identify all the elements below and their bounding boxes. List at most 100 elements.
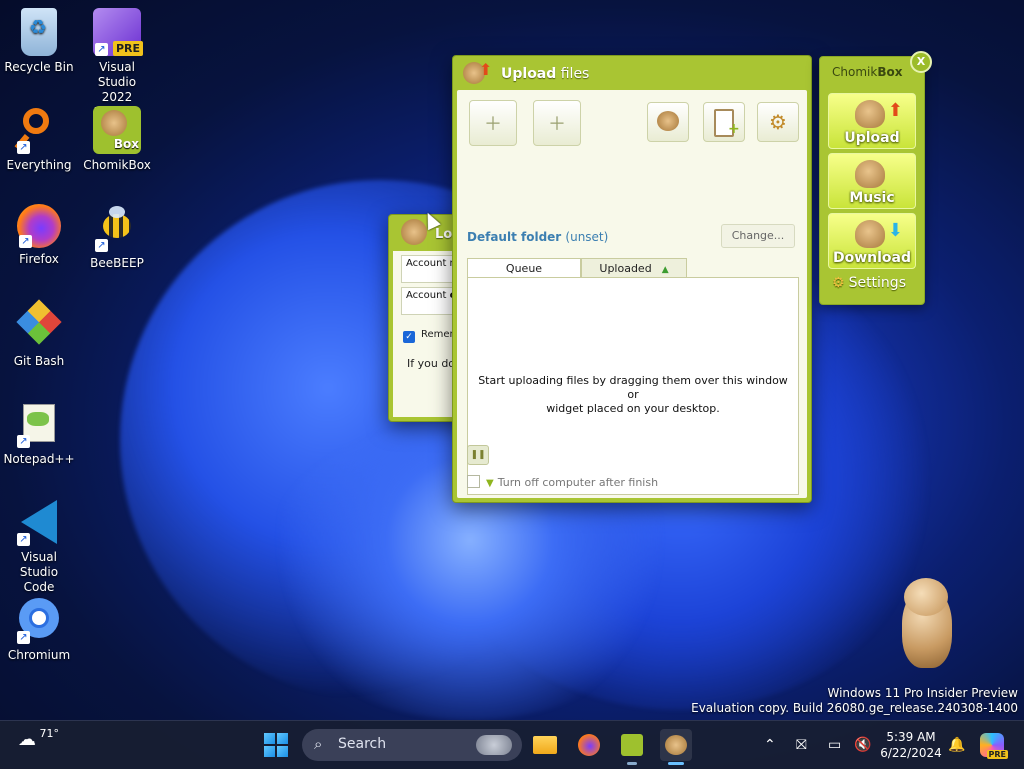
widget-close-button[interactable]: X — [910, 51, 932, 73]
taskbar-search[interactable]: ⌕ Search — [302, 729, 522, 761]
taskbar-clock[interactable]: 5:39 AM 6/22/2024 — [880, 729, 942, 761]
hamster-icon — [855, 100, 885, 128]
windows-logo-icon — [277, 733, 288, 744]
volume-muted-icon[interactable]: 🔇 — [854, 721, 871, 769]
default-folder-text: Default folder — [467, 230, 562, 244]
tray-overflow-chevron-icon[interactable]: ⌃ — [764, 721, 776, 769]
copilot-pre-badge: PRE — [986, 750, 1008, 759]
clock-time: 5:39 AM — [886, 730, 936, 744]
desktop-icon-firefox[interactable]: ↗ Firefox — [1, 204, 77, 267]
gear-icon: ⚙ — [769, 110, 787, 134]
tab-uploaded-label: Uploaded — [599, 262, 652, 275]
pre-badge: PRE — [112, 41, 143, 56]
add-files-button[interactable]: ＋ — [469, 100, 517, 146]
desktop-icon-chomikbox[interactable]: Box ChomikBox — [79, 106, 155, 173]
pause-button[interactable]: ❚❚ — [467, 445, 489, 465]
watermark-line: Evaluation copy. Build 26080.ge_release.… — [691, 701, 1018, 715]
desktop-icon-chromium[interactable]: ↗ Chromium — [1, 596, 77, 663]
visual-studio-preview-icon: PRE ↗ — [93, 8, 143, 56]
active-indicator — [668, 762, 684, 765]
hamster-drop-widget[interactable] — [888, 578, 968, 678]
recycle-bin-icon: ♻ — [21, 8, 57, 56]
desktop-icon-recycle-bin[interactable]: ♻ Recycle Bin — [1, 8, 77, 75]
widget-upload-button[interactable]: ⬆ Upload — [828, 93, 916, 149]
taskbar-file-explorer[interactable] — [529, 729, 561, 761]
add-folder-icon: ＋ — [548, 114, 566, 135]
title-rest: files — [556, 66, 590, 82]
desktop-icon-label: Everything — [6, 158, 72, 172]
hamster-upload-icon — [665, 735, 687, 755]
widget-music-button[interactable]: Music — [828, 153, 916, 209]
queue-empty-message: Start uploading files by dragging them o… — [478, 374, 788, 416]
default-folder-label: Default folder (unset) — [467, 230, 608, 244]
tab-uploaded[interactable]: Uploaded ▲ — [581, 258, 687, 279]
account-owner-prefix: Account — [406, 290, 450, 301]
gear-icon: ⚙ — [832, 275, 845, 291]
chomik-account-button[interactable] — [647, 102, 689, 142]
upload-window-logo-icon: ⬆ — [463, 60, 492, 86]
weather-widget[interactable]: ☁ 71° — [18, 727, 59, 750]
title-bold: Upload — [501, 66, 557, 82]
widget-title-bold: Box — [877, 65, 903, 79]
display-icon[interactable]: ▭ — [828, 721, 841, 769]
taskbar-chomikbox-upload[interactable] — [660, 729, 692, 765]
add-folder-button[interactable]: ＋ — [533, 100, 581, 146]
firefox-icon — [578, 734, 600, 756]
change-folder-button[interactable]: Change... — [721, 224, 795, 248]
notepadpp-icon: ↗ — [15, 400, 63, 448]
desktop-icon-everything[interactable]: ↗ Everything — [1, 106, 77, 173]
notification-bell-icon[interactable]: 🔔 — [948, 721, 965, 769]
hamster-icon — [657, 111, 679, 131]
clock-date: 6/22/2024 — [880, 746, 942, 760]
running-indicator — [627, 762, 637, 765]
triangle-down-icon: ▼ — [486, 478, 494, 489]
watermark-line: Windows 11 Pro Insider Preview — [827, 686, 1018, 700]
arrow-up-icon: ⬆ — [887, 100, 903, 121]
shortcut-arrow-icon: ↗ — [19, 235, 32, 248]
hamster-head — [904, 578, 948, 616]
chomikbox-badge: Box — [113, 137, 139, 151]
start-button[interactable] — [264, 733, 288, 757]
desktop-icon-vscode[interactable]: ↗ Visual Studio Code — [1, 498, 77, 595]
widget-download-button[interactable]: ⬇ Download — [828, 213, 916, 269]
folder-icon — [533, 736, 557, 754]
queue-message-line: widget placed on your desktop. — [546, 402, 720, 415]
turn-off-option[interactable]: ▼ Turn off computer after finish — [467, 475, 658, 489]
everything-search-icon: ↗ — [14, 106, 63, 154]
login-window-title: Lo — [435, 227, 453, 242]
beebeep-icon: ↗ — [93, 204, 141, 252]
shortcut-arrow-icon: ↗ — [95, 43, 108, 56]
taskbar-firefox[interactable] — [573, 729, 605, 761]
chomikbox-icon: Box — [93, 106, 141, 154]
default-folder-value: (unset) — [565, 230, 609, 244]
remember-checkbox[interactable]: ✓ — [403, 331, 415, 343]
desktop-icon-visual-studio-preview[interactable]: PRE ↗ Visual Studio 2022 Preview — [79, 8, 155, 120]
queue-message-line: Start uploading files by dragging them o… — [478, 374, 788, 401]
network-disconnected-icon[interactable]: ⛝ — [796, 721, 807, 769]
turn-off-checkbox[interactable] — [467, 475, 480, 488]
desktop-icon-label: Notepad++ — [3, 452, 75, 466]
upload-files-window[interactable]: ⬆ Upload files ＋ ＋ + ⚙ Default folder (u… — [452, 55, 812, 503]
triangle-up-icon: ▲ — [661, 265, 669, 275]
widget-music-label: Music — [849, 190, 895, 206]
search-highlight-icon — [476, 735, 512, 755]
upload-window-body: ＋ ＋ + ⚙ Default folder (unset) Change...… — [457, 90, 807, 498]
chomikbox-widget[interactable]: ChomikBox X ⬆ Upload Music ⬇ Download ⚙ S… — [819, 51, 932, 305]
pause-icon: ❚❚ — [470, 450, 486, 460]
tab-queue[interactable]: Queue — [467, 258, 581, 279]
copilot-button[interactable]: PRE — [980, 733, 1008, 759]
desktop-icon-label: Recycle Bin — [4, 60, 74, 74]
turn-off-label: Turn off computer after finish — [497, 476, 659, 489]
desktop-icon-beebeep[interactable]: ↗ BeeBEEP — [79, 204, 155, 271]
desktop-icon-label: Visual Studio Code — [19, 550, 59, 594]
queue-list[interactable]: Start uploading files by dragging them o… — [467, 277, 799, 495]
desktop-icon-label: Firefox — [19, 252, 59, 266]
search-icon: ⌕ — [314, 735, 323, 753]
clipboard-add-button[interactable]: + — [703, 102, 745, 142]
desktop-icon-notepadpp[interactable]: ↗ Notepad++ — [1, 400, 77, 467]
desktop-icon-git-bash[interactable]: Git Bash — [1, 299, 77, 369]
widget-download-label: Download — [832, 250, 912, 266]
settings-button[interactable]: ⚙ — [757, 102, 799, 142]
taskbar-chomikbox[interactable] — [616, 729, 648, 765]
widget-settings-button[interactable]: ⚙ Settings — [832, 275, 906, 291]
